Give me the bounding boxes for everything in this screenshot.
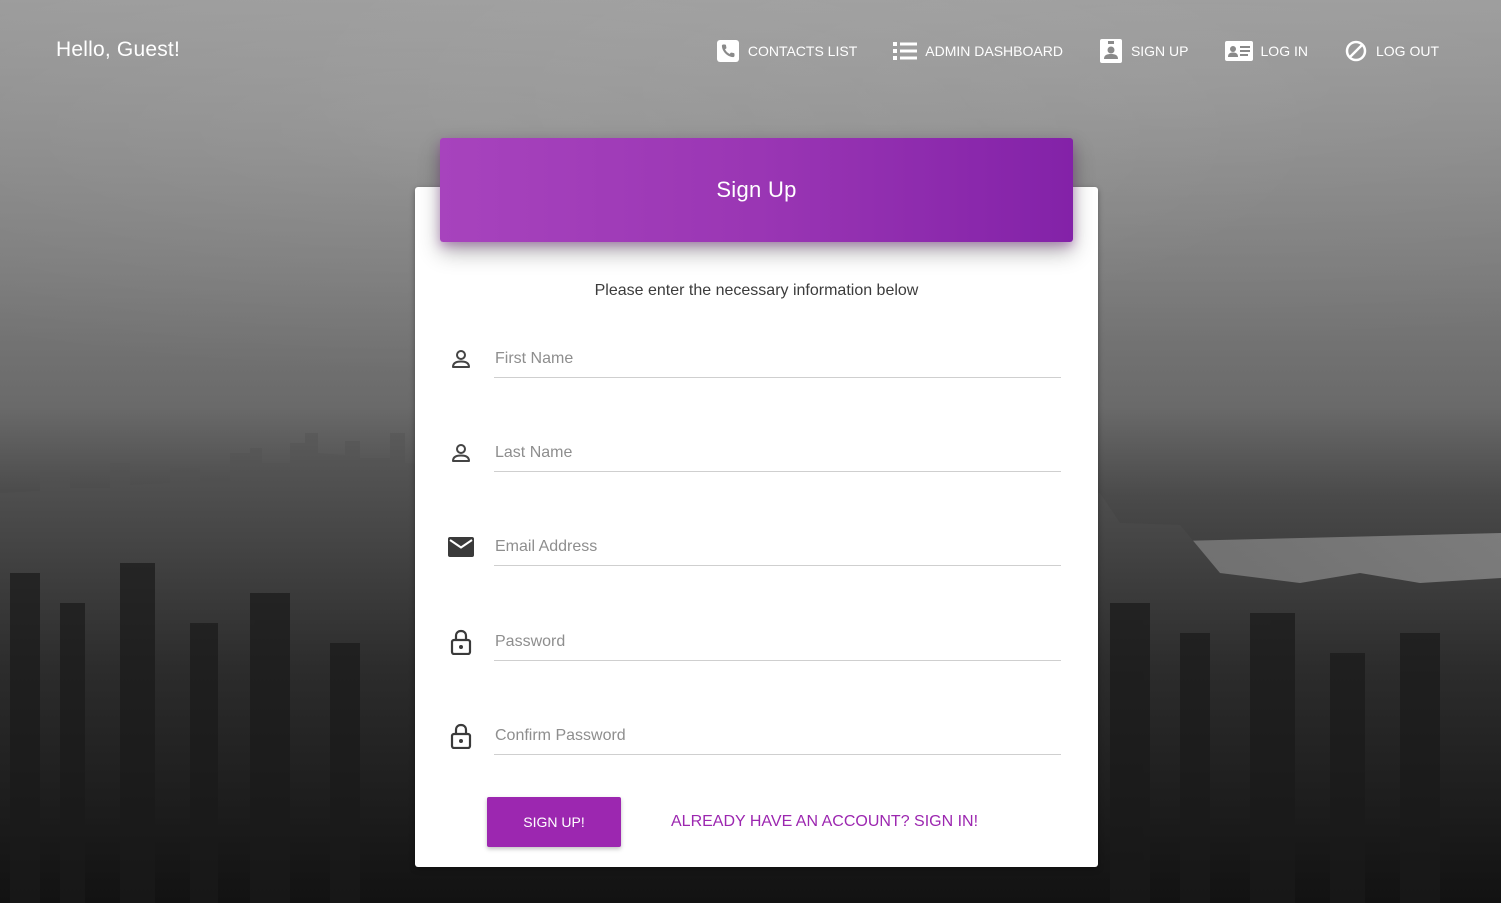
password-input[interactable] xyxy=(494,624,1061,661)
card-header: Sign Up xyxy=(440,138,1073,242)
nav-log-in[interactable]: LOG IN xyxy=(1224,38,1308,64)
top-navbar: Hello, Guest! CONTACTS LIST ADMIN DASHBO… xyxy=(0,0,1501,104)
password-field xyxy=(445,618,1061,666)
first-name-field xyxy=(445,335,1061,383)
sign-in-link[interactable]: ALREADY HAVE AN ACCOUNT? SIGN IN! xyxy=(671,813,978,831)
nav-contacts-list-label: CONTACTS LIST xyxy=(747,43,858,59)
nav-sign-up-label: SIGN UP xyxy=(1130,43,1189,59)
nav-log-out-label: LOG OUT xyxy=(1375,43,1439,59)
person-icon xyxy=(447,439,475,467)
nav-log-in-label: LOG IN xyxy=(1260,43,1308,59)
nav-admin-dashboard[interactable]: ADMIN DASHBOARD xyxy=(893,38,1063,64)
greeting-text: Hello, Guest! xyxy=(56,38,180,61)
block-icon xyxy=(1344,39,1368,63)
last-name-field xyxy=(445,429,1061,477)
nav-contacts-list[interactable]: CONTACTS LIST xyxy=(716,38,857,64)
nav-sign-up[interactable]: SIGN UP xyxy=(1099,38,1189,64)
lock-icon xyxy=(447,722,475,750)
id-card-icon xyxy=(1224,39,1253,63)
last-name-input[interactable] xyxy=(494,435,1061,472)
confirm-password-input[interactable] xyxy=(494,718,1061,755)
list-icon xyxy=(893,39,918,63)
nav-links: CONTACTS LIST ADMIN DASHBOARD SIGN UP LO… xyxy=(680,38,1439,64)
email-field xyxy=(445,523,1061,571)
email-input[interactable] xyxy=(494,529,1061,566)
first-name-input[interactable] xyxy=(494,341,1061,378)
phone-icon xyxy=(716,39,740,63)
lock-icon xyxy=(447,628,475,656)
form-title: Sign Up xyxy=(716,177,797,202)
sign-up-button[interactable]: SIGN UP! xyxy=(487,797,621,847)
nav-admin-dashboard-label: ADMIN DASHBOARD xyxy=(925,43,1063,59)
user-badge-icon xyxy=(1099,39,1123,63)
signup-card: Please enter the necessary information b… xyxy=(415,187,1098,867)
nav-log-out[interactable]: LOG OUT xyxy=(1344,38,1439,64)
mail-icon xyxy=(447,533,475,561)
form-subtitle: Please enter the necessary information b… xyxy=(594,282,919,299)
person-icon xyxy=(447,345,475,373)
confirm-password-field xyxy=(445,712,1061,760)
